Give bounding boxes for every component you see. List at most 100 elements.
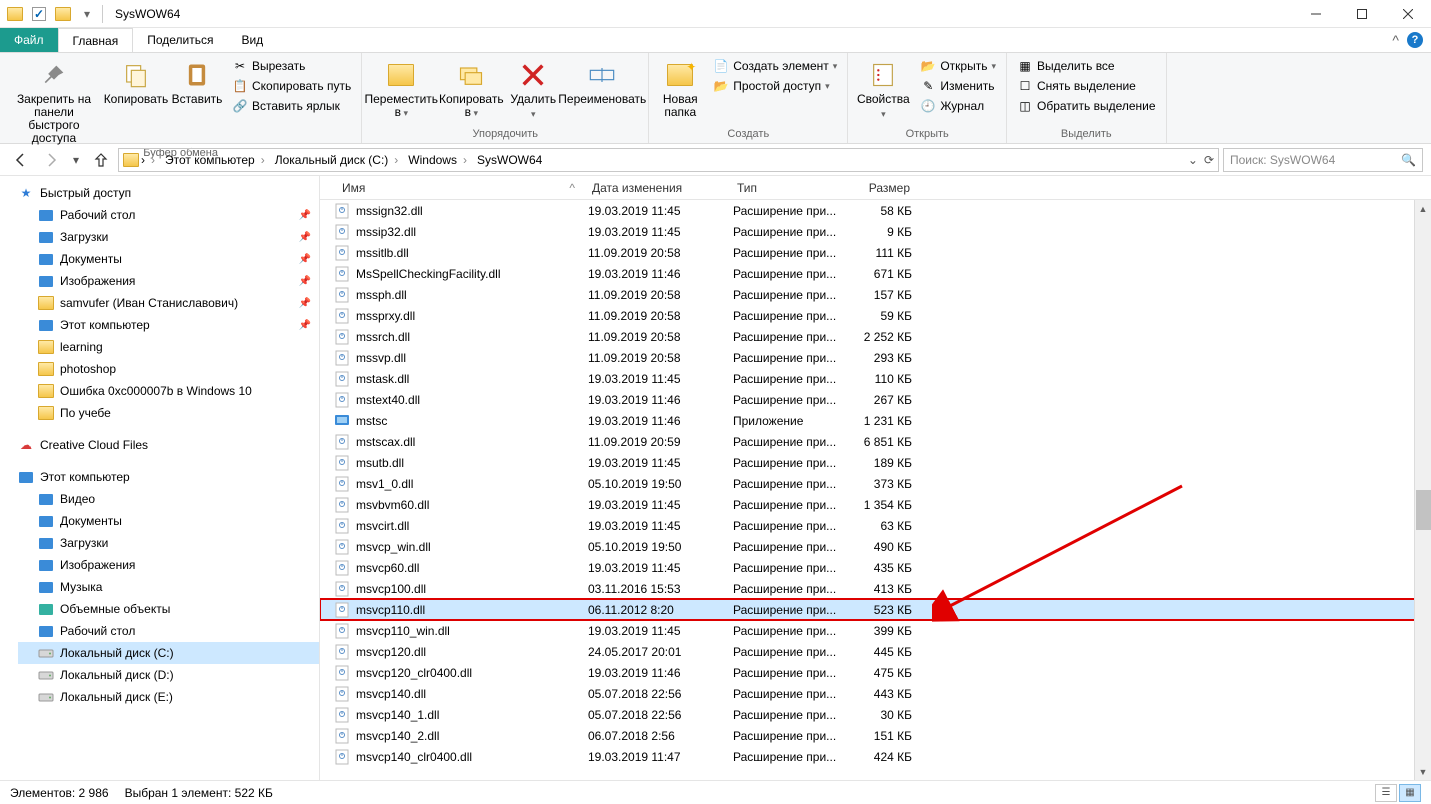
sidebar-item[interactable]: Загрузки📌 (18, 226, 319, 248)
table-row[interactable]: msvcp120.dll 24.05.2017 20:01 Расширение… (320, 641, 1431, 662)
table-row[interactable]: msvcp110.dll 06.11.2012 8:20 Расширение … (320, 599, 1431, 620)
table-row[interactable]: mssip32.dll 19.03.2019 11:45 Расширение … (320, 221, 1431, 242)
tab-share[interactable]: Поделиться (133, 28, 227, 52)
select-none-button[interactable]: ☐Снять выделение (1013, 77, 1160, 95)
forward-button[interactable] (38, 147, 64, 173)
sidebar-item[interactable]: Изображения📌 (18, 270, 319, 292)
rename-button[interactable]: Переименовать (562, 57, 642, 108)
qat-properties-icon[interactable]: ✓ (28, 3, 50, 25)
table-row[interactable]: mstext40.dll 19.03.2019 11:46 Расширение… (320, 389, 1431, 410)
sidebar-item[interactable]: Музыка (18, 576, 319, 598)
table-row[interactable]: msvcp60.dll 19.03.2019 11:45 Расширение … (320, 557, 1431, 578)
properties-button[interactable]: Свойства (854, 57, 912, 123)
vertical-scrollbar[interactable]: ▲ ▼ (1414, 200, 1431, 780)
tab-file[interactable]: Файл (0, 28, 58, 52)
column-name[interactable]: Имя^ (334, 181, 584, 195)
new-folder-button[interactable]: ✦Новая папка (655, 57, 705, 121)
copy-to-button[interactable]: Копировать в (438, 57, 504, 122)
sidebar-item[interactable]: photoshop (18, 358, 319, 380)
help-icon[interactable]: ? (1407, 32, 1423, 48)
table-row[interactable]: msvcp_win.dll 05.10.2019 19:50 Расширени… (320, 536, 1431, 557)
edit-button[interactable]: ✎Изменить (916, 77, 1000, 95)
refresh-icon[interactable]: ⟳ (1204, 153, 1214, 167)
invert-selection-button[interactable]: ◫Обратить выделение (1013, 97, 1160, 115)
table-row[interactable]: msv1_0.dll 05.10.2019 19:50 Расширение п… (320, 473, 1431, 494)
paste-button[interactable]: Вставить (170, 57, 224, 108)
delete-button[interactable]: Удалить (508, 57, 558, 123)
navigation-pane[interactable]: ★Быстрый доступРабочий стол📌Загрузки📌Док… (0, 176, 320, 780)
table-row[interactable]: mstask.dll 19.03.2019 11:45 Расширение п… (320, 368, 1431, 389)
move-to-button[interactable]: Переместить в (368, 57, 434, 122)
table-row[interactable]: mssrch.dll 11.09.2019 20:58 Расширение п… (320, 326, 1431, 347)
table-row[interactable]: mssign32.dll 19.03.2019 11:45 Расширение… (320, 200, 1431, 221)
sidebar-item[interactable]: Этот компьютер📌 (18, 314, 319, 336)
new-item-button[interactable]: 📄Создать элемент (709, 57, 841, 75)
qat-customize-icon[interactable]: ▾ (76, 3, 98, 25)
table-row[interactable]: mssph.dll 11.09.2019 20:58 Расширение пр… (320, 284, 1431, 305)
table-row[interactable]: msvcp140_1.dll 05.07.2018 22:56 Расширен… (320, 704, 1431, 725)
pin-to-quick-access-button[interactable]: Закрепить на панели быстрого доступа (6, 57, 102, 147)
file-list[interactable]: mssign32.dll 19.03.2019 11:45 Расширение… (320, 200, 1431, 780)
open-button[interactable]: 📂Открыть (916, 57, 1000, 75)
table-row[interactable]: mstscax.dll 11.09.2019 20:59 Расширение … (320, 431, 1431, 452)
table-row[interactable]: msutb.dll 19.03.2019 11:45 Расширение пр… (320, 452, 1431, 473)
recent-locations-button[interactable]: ▾ (68, 147, 84, 173)
sidebar-item[interactable]: Загрузки (18, 532, 319, 554)
table-row[interactable]: msvcirt.dll 19.03.2019 11:45 Расширение … (320, 515, 1431, 536)
sidebar-item[interactable]: Объемные объекты (18, 598, 319, 620)
history-button[interactable]: 🕘Журнал (916, 97, 1000, 115)
table-row[interactable]: msvcp140_clr0400.dll 19.03.2019 11:47 Ра… (320, 746, 1431, 767)
scroll-down-icon[interactable]: ▼ (1415, 763, 1431, 780)
sidebar-item[interactable]: Видео (18, 488, 319, 510)
address-bar[interactable]: › Этот компьютер Локальный диск (C:) Win… (118, 148, 1219, 172)
table-row[interactable]: MsSpellCheckingFacility.dll 19.03.2019 1… (320, 263, 1431, 284)
column-size[interactable]: Размер (844, 181, 919, 195)
column-type[interactable]: Тип (729, 181, 844, 195)
ribbon-collapse-icon[interactable]: ^ (1392, 32, 1399, 48)
sidebar-creative-cloud[interactable]: ☁Creative Cloud Files (18, 434, 319, 456)
table-row[interactable]: msvbvm60.dll 19.03.2019 11:45 Расширение… (320, 494, 1431, 515)
sidebar-item[interactable]: Рабочий стол (18, 620, 319, 642)
scroll-thumb[interactable] (1416, 490, 1431, 530)
addr-dropdown-icon[interactable]: ⌄ (1188, 153, 1198, 167)
sidebar-this-pc[interactable]: Этот компьютер (18, 466, 319, 488)
cut-button[interactable]: ✂Вырезать (228, 57, 355, 75)
copy-path-button[interactable]: 📋Скопировать путь (228, 77, 355, 95)
select-all-button[interactable]: ▦Выделить все (1013, 57, 1160, 75)
sidebar-item[interactable]: Локальный диск (C:) (18, 642, 319, 664)
table-row[interactable]: msvcp140.dll 05.07.2018 22:56 Расширение… (320, 683, 1431, 704)
qat-new-folder-icon[interactable] (52, 3, 74, 25)
table-row[interactable]: mssvp.dll 11.09.2019 20:58 Расширение пр… (320, 347, 1431, 368)
easy-access-button[interactable]: 📂Простой доступ (709, 77, 841, 95)
sidebar-item[interactable]: learning (18, 336, 319, 358)
thumbnails-view-button[interactable]: ▦ (1399, 784, 1421, 802)
table-row[interactable]: msvcp140_2.dll 06.07.2018 2:56 Расширени… (320, 725, 1431, 746)
maximize-button[interactable] (1339, 0, 1385, 28)
details-view-button[interactable]: ☰ (1375, 784, 1397, 802)
sidebar-item[interactable]: samvufer (Иван Станиславович)📌 (18, 292, 319, 314)
minimize-button[interactable] (1293, 0, 1339, 28)
sidebar-item[interactable]: Изображения (18, 554, 319, 576)
sidebar-quick-access[interactable]: ★Быстрый доступ (18, 182, 319, 204)
sidebar-item[interactable]: Локальный диск (E:) (18, 686, 319, 708)
sidebar-item[interactable]: Локальный диск (D:) (18, 664, 319, 686)
up-button[interactable] (88, 147, 114, 173)
sidebar-item[interactable]: Документы (18, 510, 319, 532)
scroll-up-icon[interactable]: ▲ (1415, 200, 1431, 217)
table-row[interactable]: mssprxy.dll 11.09.2019 20:58 Расширение … (320, 305, 1431, 326)
sidebar-item[interactable]: Рабочий стол📌 (18, 204, 319, 226)
tab-home[interactable]: Главная (58, 28, 134, 52)
table-row[interactable]: mssitlb.dll 11.09.2019 20:58 Расширение … (320, 242, 1431, 263)
table-row[interactable]: mstsc 19.03.2019 11:46 Приложение 1 231 … (320, 410, 1431, 431)
copy-button[interactable]: Копировать (106, 57, 166, 108)
table-row[interactable]: msvcp100.dll 03.11.2016 15:53 Расширение… (320, 578, 1431, 599)
search-input[interactable]: Поиск: SysWOW64 🔍 (1223, 148, 1423, 172)
paste-shortcut-button[interactable]: 🔗Вставить ярлык (228, 97, 355, 115)
column-date[interactable]: Дата изменения (584, 181, 729, 195)
sidebar-item[interactable]: Документы📌 (18, 248, 319, 270)
back-button[interactable] (8, 147, 34, 173)
table-row[interactable]: msvcp110_win.dll 19.03.2019 11:45 Расшир… (320, 620, 1431, 641)
close-button[interactable] (1385, 0, 1431, 28)
tab-view[interactable]: Вид (227, 28, 277, 52)
sidebar-item[interactable]: По учебе (18, 402, 319, 424)
